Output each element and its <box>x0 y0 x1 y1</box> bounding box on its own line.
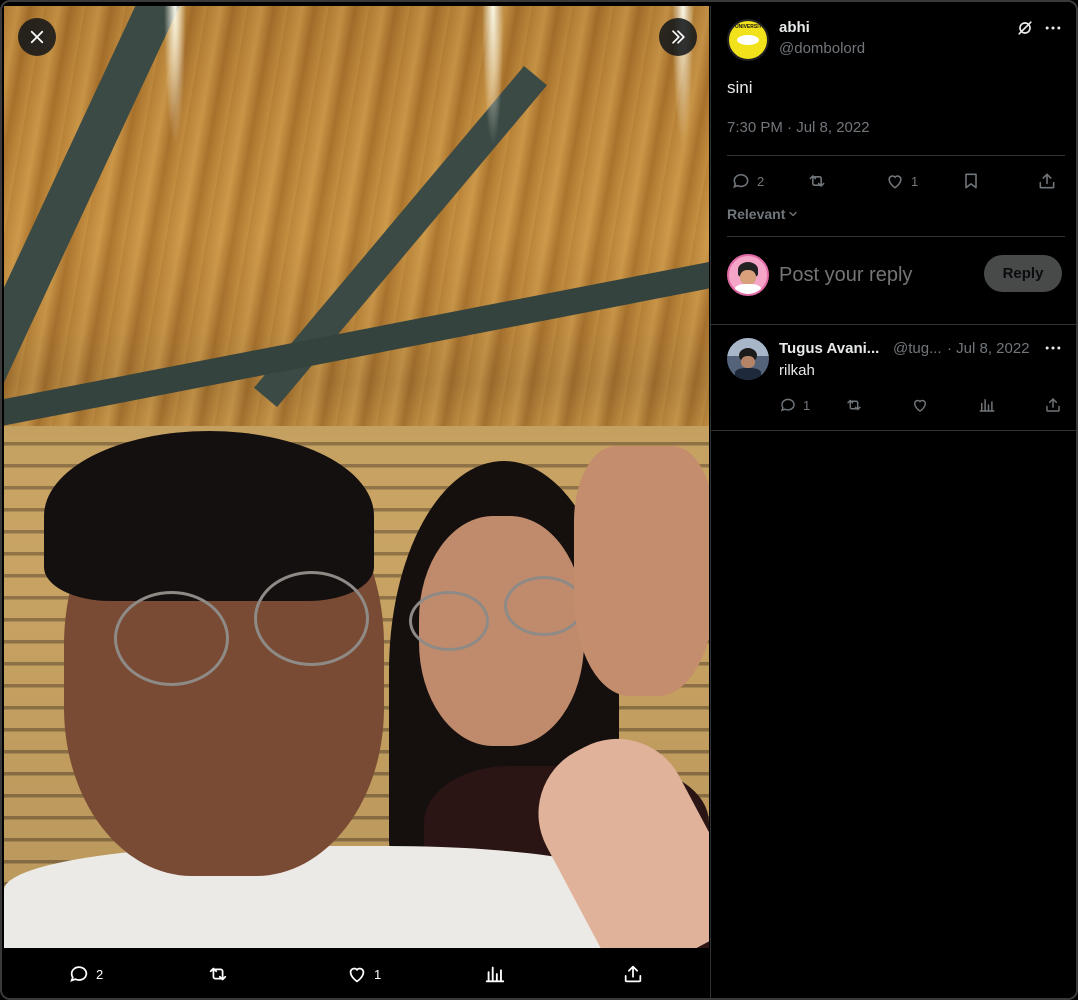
share-icon <box>1039 173 1055 189</box>
reply-date[interactable]: · Jul 8, 2022 <box>947 340 1030 357</box>
reply-text: rilkah <box>779 362 815 379</box>
like-button[interactable]: 1 <box>885 171 918 191</box>
reply-submit-button[interactable]: Reply <box>984 255 1062 292</box>
media-repost-button[interactable] <box>207 948 229 998</box>
tweet-timestamp[interactable]: 7:30 PM · Jul 8, 2022 <box>727 119 870 136</box>
grok-button[interactable] <box>1015 18 1035 38</box>
repost-button[interactable] <box>807 171 827 191</box>
author-avatar[interactable]: UNIVERSITY <box>727 19 769 61</box>
reply-input[interactable] <box>779 259 974 291</box>
current-user-avatar[interactable] <box>727 254 769 296</box>
photo-glasses <box>254 571 369 666</box>
divider <box>727 155 1065 156</box>
more-icon <box>1045 26 1061 30</box>
media-photo[interactable] <box>4 6 709 948</box>
avatar-art <box>737 35 759 45</box>
repost-icon <box>809 175 825 187</box>
media-like-button[interactable]: 1 <box>346 948 382 998</box>
reply-share-button[interactable] <box>1044 396 1062 414</box>
avatar-art <box>741 356 755 368</box>
reply-like-button[interactable] <box>911 396 929 414</box>
reply-button[interactable]: 2 <box>731 171 764 191</box>
grok-icon <box>1018 21 1032 35</box>
divider <box>711 430 1076 431</box>
conversation-pane: UNIVERSITY abhi @dombolord sini 7:30 PM … <box>710 6 1076 998</box>
media-action-bar: 2 1 <box>4 948 709 998</box>
heart-icon <box>888 175 902 189</box>
heart-icon <box>349 967 365 983</box>
analytics-icon <box>485 966 505 983</box>
close-button[interactable] <box>18 18 56 56</box>
heart-icon <box>914 399 926 412</box>
repost-icon <box>847 399 861 411</box>
avatar-art <box>735 284 761 294</box>
share-icon <box>624 965 642 983</box>
reply-author-avatar[interactable] <box>727 338 769 380</box>
tweet-text: sini <box>727 78 753 97</box>
tweet-modal: 2 1 UNIVERSITY abhi @dombolord sini 7:30… <box>0 0 1078 1000</box>
chevron-double-right-icon <box>672 30 685 44</box>
reply-author-name[interactable]: Tugus Avani... <box>779 340 879 357</box>
reply-author-handle[interactable]: @tug... <box>893 340 942 357</box>
reply-reply-button[interactable]: 1 <box>779 396 810 414</box>
more-icon <box>1045 346 1061 350</box>
sort-dropdown[interactable]: Relevant <box>727 206 799 222</box>
reply-item[interactable]: Tugus Avani... @tug... · Jul 8, 2022 ril… <box>711 324 1076 430</box>
author-name[interactable]: abhi <box>779 19 810 36</box>
photo-light <box>164 6 186 146</box>
sort-label: Relevant <box>727 206 786 222</box>
analytics-icon <box>979 399 995 412</box>
chevron-down-icon <box>789 211 798 217</box>
repost-icon <box>209 967 227 981</box>
photo-glasses <box>114 591 229 686</box>
media-reply-button[interactable]: 2 <box>68 948 104 998</box>
expand-button[interactable] <box>659 18 697 56</box>
close-icon <box>30 30 44 44</box>
photo-hand <box>574 446 709 696</box>
reply-more-button[interactable] <box>1043 338 1063 358</box>
more-options-button[interactable] <box>1043 18 1063 38</box>
photo-glasses <box>409 591 489 651</box>
photo-glasses <box>504 576 584 636</box>
media-views-button[interactable] <box>484 948 506 998</box>
avatar-art <box>735 368 761 380</box>
media-share-button[interactable] <box>622 948 644 998</box>
like-count: 1 <box>911 173 919 189</box>
media-like-count: 1 <box>374 966 382 982</box>
reply-icon <box>70 966 88 982</box>
reply-count: 2 <box>757 173 765 189</box>
bookmark-button[interactable] <box>961 171 981 191</box>
divider <box>727 236 1065 237</box>
avatar-text: UNIVERSITY <box>734 24 765 30</box>
share-button[interactable] <box>1037 171 1057 191</box>
reply-views-button[interactable] <box>978 396 996 414</box>
bookmark-icon <box>965 173 977 189</box>
reply-icon <box>733 173 749 189</box>
photo-person <box>4 846 644 948</box>
avatar-art <box>740 270 756 285</box>
author-handle[interactable]: @dombolord <box>779 40 865 57</box>
reply-reply-count: 1 <box>803 397 811 413</box>
photo-light <box>482 6 504 146</box>
media-reply-count: 2 <box>96 966 104 982</box>
reply-icon <box>780 398 795 412</box>
reply-repost-button[interactable] <box>845 396 863 414</box>
share-icon <box>1046 398 1060 412</box>
